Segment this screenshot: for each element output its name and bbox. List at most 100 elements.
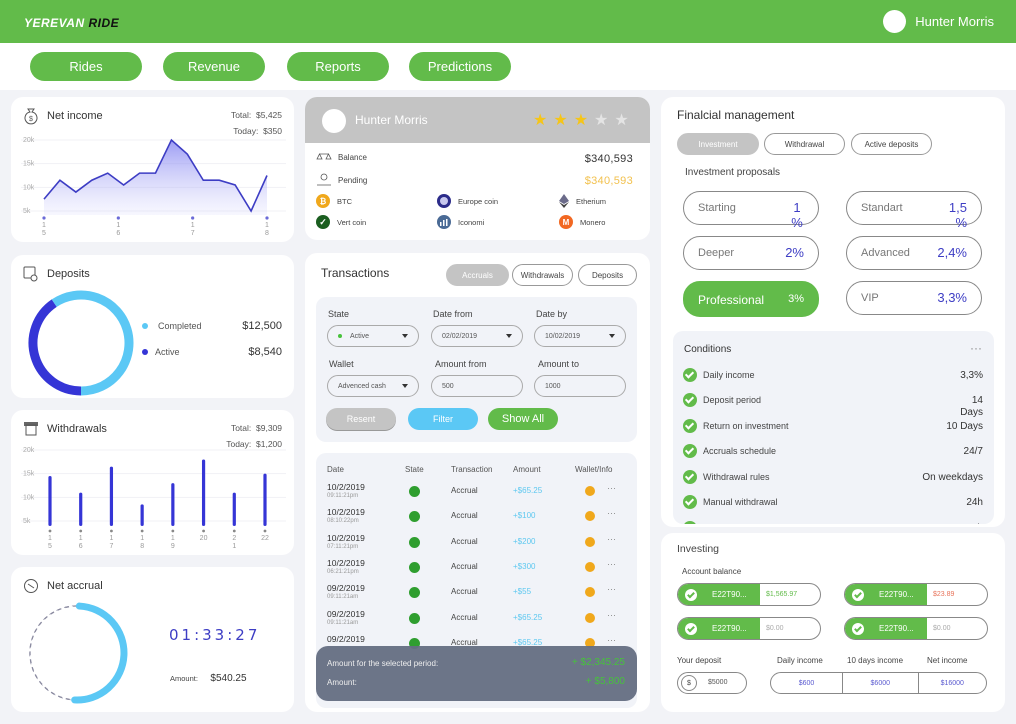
condition-label: Accruals schedule bbox=[703, 446, 777, 456]
coin-ethereum[interactable]: Etherium bbox=[559, 194, 606, 208]
x-tick-label: 1 bbox=[140, 535, 144, 542]
proposal-deeper[interactable]: Deeper 2% bbox=[683, 236, 819, 270]
amount-to-input[interactable]: 1000 bbox=[534, 375, 626, 397]
table-row[interactable]: 09/2/2019 09:11:21am Accrual +$65.25 ··· bbox=[316, 609, 637, 634]
your-deposit-input[interactable]: $ $5000 bbox=[677, 672, 747, 694]
withdrawals-card: Withdrawals Total: $9,309 Today: $1,200 … bbox=[11, 410, 294, 555]
bitcoin-icon: ₿ bbox=[316, 194, 330, 208]
amount-value: $540.25 bbox=[210, 673, 247, 684]
proposal-starting[interactable]: Starting 1 % bbox=[683, 191, 819, 230]
iconomi-icon bbox=[437, 215, 451, 229]
amount-from-input[interactable]: 500 bbox=[431, 375, 523, 397]
ethereum-icon bbox=[559, 194, 569, 208]
row-time: 09:11:21pm bbox=[327, 493, 359, 499]
accrual-timer: 01:33:27 bbox=[169, 626, 261, 644]
x-tick-dot bbox=[79, 529, 83, 533]
net-income-label: Net income bbox=[927, 656, 968, 665]
account-id: E22T90... bbox=[712, 624, 747, 633]
row-date: 09/2/2019 bbox=[327, 608, 365, 619]
more-options-icon[interactable]: ··· bbox=[607, 483, 616, 493]
check-circle-icon bbox=[685, 623, 697, 635]
state-select[interactable]: Active bbox=[327, 325, 419, 347]
bar bbox=[201, 459, 206, 526]
proposal-advanced[interactable]: Advanced 2,4% bbox=[846, 236, 982, 270]
nav-rides[interactable]: Rides bbox=[30, 52, 142, 81]
star-empty-icon[interactable]: ★ bbox=[614, 110, 628, 130]
proposal-rate: 1,5 % bbox=[948, 200, 967, 230]
deposits-card: Deposits Completed $12,500 Active $8,540 bbox=[11, 255, 294, 398]
chevron-down-icon bbox=[402, 384, 408, 388]
brand-logo[interactable]: YEREVAN RIDE bbox=[24, 16, 119, 30]
check-circle-icon bbox=[683, 444, 697, 458]
your-deposit-value: $5000 bbox=[708, 679, 728, 686]
proposal-professional[interactable]: Professional 3% bbox=[683, 281, 819, 317]
bitcoin-icon bbox=[585, 561, 595, 572]
period-summary: Amount for the selected period: + $2,345… bbox=[316, 646, 637, 701]
proposal-standart[interactable]: Standart 1,5 % bbox=[846, 191, 982, 230]
amount-label: Amount: bbox=[170, 674, 198, 683]
tab-deposits[interactable]: Deposits bbox=[578, 264, 637, 286]
tab-withdrawals[interactable]: Withdrawals bbox=[512, 264, 573, 286]
more-options-icon[interactable]: ··· bbox=[607, 534, 616, 544]
more-options-icon[interactable]: ··· bbox=[607, 559, 616, 569]
table-row[interactable]: 09/2/2019 09:11:21am Accrual +$55 ··· bbox=[316, 583, 637, 608]
x-tick-label: 1 bbox=[116, 222, 120, 229]
row-amount: +$55 bbox=[513, 587, 532, 597]
table-row[interactable]: 10/2/2019 06:21:21pm Accrual +$300 ··· bbox=[316, 558, 637, 583]
table-row[interactable]: 10/2/2019 09:11:21pm Accrual +$65.25 ··· bbox=[316, 482, 637, 507]
nav-predictions[interactable]: Predictions bbox=[409, 52, 511, 81]
nav-revenue[interactable]: Revenue bbox=[163, 52, 265, 81]
more-options-icon[interactable]: ··· bbox=[607, 584, 616, 594]
user-menu[interactable]: Hunter Morris bbox=[883, 10, 994, 33]
account-balance-pill[interactable]: E22T90... $1,565.97 bbox=[677, 583, 821, 606]
proposal-name: Advanced bbox=[861, 247, 910, 259]
condition-row: Deposit period 14 Days bbox=[683, 393, 983, 418]
star-filled-icon[interactable]: ★ bbox=[553, 110, 567, 130]
filter-button[interactable]: Filter bbox=[408, 408, 478, 430]
tab-active-deposits[interactable]: Active deposits bbox=[851, 133, 932, 155]
account-balance-pill[interactable]: E22T90... $23.89 bbox=[844, 583, 988, 606]
star-filled-icon[interactable]: ★ bbox=[533, 110, 547, 130]
show-all-button[interactable]: Show All bbox=[488, 408, 558, 430]
x-tick-dot bbox=[110, 529, 113, 533]
proposal-vip[interactable]: VIP 3,3% bbox=[846, 281, 982, 315]
account-balance-pill[interactable]: E22T90... $0.00 bbox=[844, 617, 988, 640]
coin-europe[interactable]: Europe coin bbox=[437, 194, 498, 208]
tab-investment[interactable]: Investment bbox=[677, 133, 759, 155]
wallet-select[interactable]: Advenced cash bbox=[327, 375, 419, 397]
state-indicator bbox=[409, 561, 420, 573]
nav-reports[interactable]: Reports bbox=[287, 52, 389, 81]
more-options-icon[interactable]: ··· bbox=[607, 508, 616, 518]
row-time: 08:10:22pm bbox=[327, 518, 359, 525]
account-balance-pill[interactable]: E22T90... $0.00 bbox=[677, 617, 821, 640]
coin-name: BTC bbox=[337, 196, 352, 206]
bar bbox=[79, 492, 83, 526]
tab-accruals[interactable]: Accruals bbox=[446, 264, 509, 286]
coin-vertcoin[interactable]: ✓ Vert coin bbox=[316, 215, 366, 229]
more-options-icon[interactable]: ··· bbox=[607, 635, 616, 645]
condition-value: On weekdays bbox=[922, 472, 983, 483]
more-options-icon[interactable]: ··· bbox=[607, 610, 616, 620]
brand-part1: YEREVAN bbox=[24, 16, 85, 30]
state-indicator bbox=[409, 612, 420, 624]
date-from-select[interactable]: 02/02/2019 bbox=[431, 325, 523, 347]
bitcoin-icon bbox=[585, 486, 595, 496]
coin-monero[interactable]: M Monero bbox=[559, 215, 605, 229]
star-filled-icon[interactable]: ★ bbox=[574, 110, 588, 130]
table-row[interactable]: 10/2/2019 07:11:21pm Accrual +$200 ··· bbox=[316, 533, 637, 558]
coin-iconomi[interactable]: Iconomi bbox=[437, 215, 484, 229]
more-options-icon[interactable]: ··· bbox=[970, 341, 982, 355]
x-tick-label: 9 bbox=[171, 543, 175, 550]
y-tick-label: 20k bbox=[23, 447, 35, 454]
resent-button[interactable]: Resent bbox=[326, 408, 396, 430]
table-row[interactable]: 10/2/2019 08:10:22pm Accrual +$100 ··· bbox=[316, 507, 637, 532]
date-by-select[interactable]: 10/02/2019 bbox=[534, 325, 626, 347]
withdrawals-chart: 20k15k10k5k151617181920 2122 bbox=[21, 447, 286, 550]
profile-name: Hunter Morris bbox=[355, 113, 428, 127]
star-empty-icon[interactable]: ★ bbox=[594, 110, 608, 130]
condition-row: Accruals schedule 24/7 bbox=[683, 444, 983, 460]
row-date: 09/2/2019 bbox=[327, 583, 365, 594]
tab-withdrawal[interactable]: Withdrawal bbox=[764, 133, 845, 155]
state-indicator bbox=[409, 486, 420, 497]
coin-btc[interactable]: ₿ BTC bbox=[316, 194, 352, 208]
